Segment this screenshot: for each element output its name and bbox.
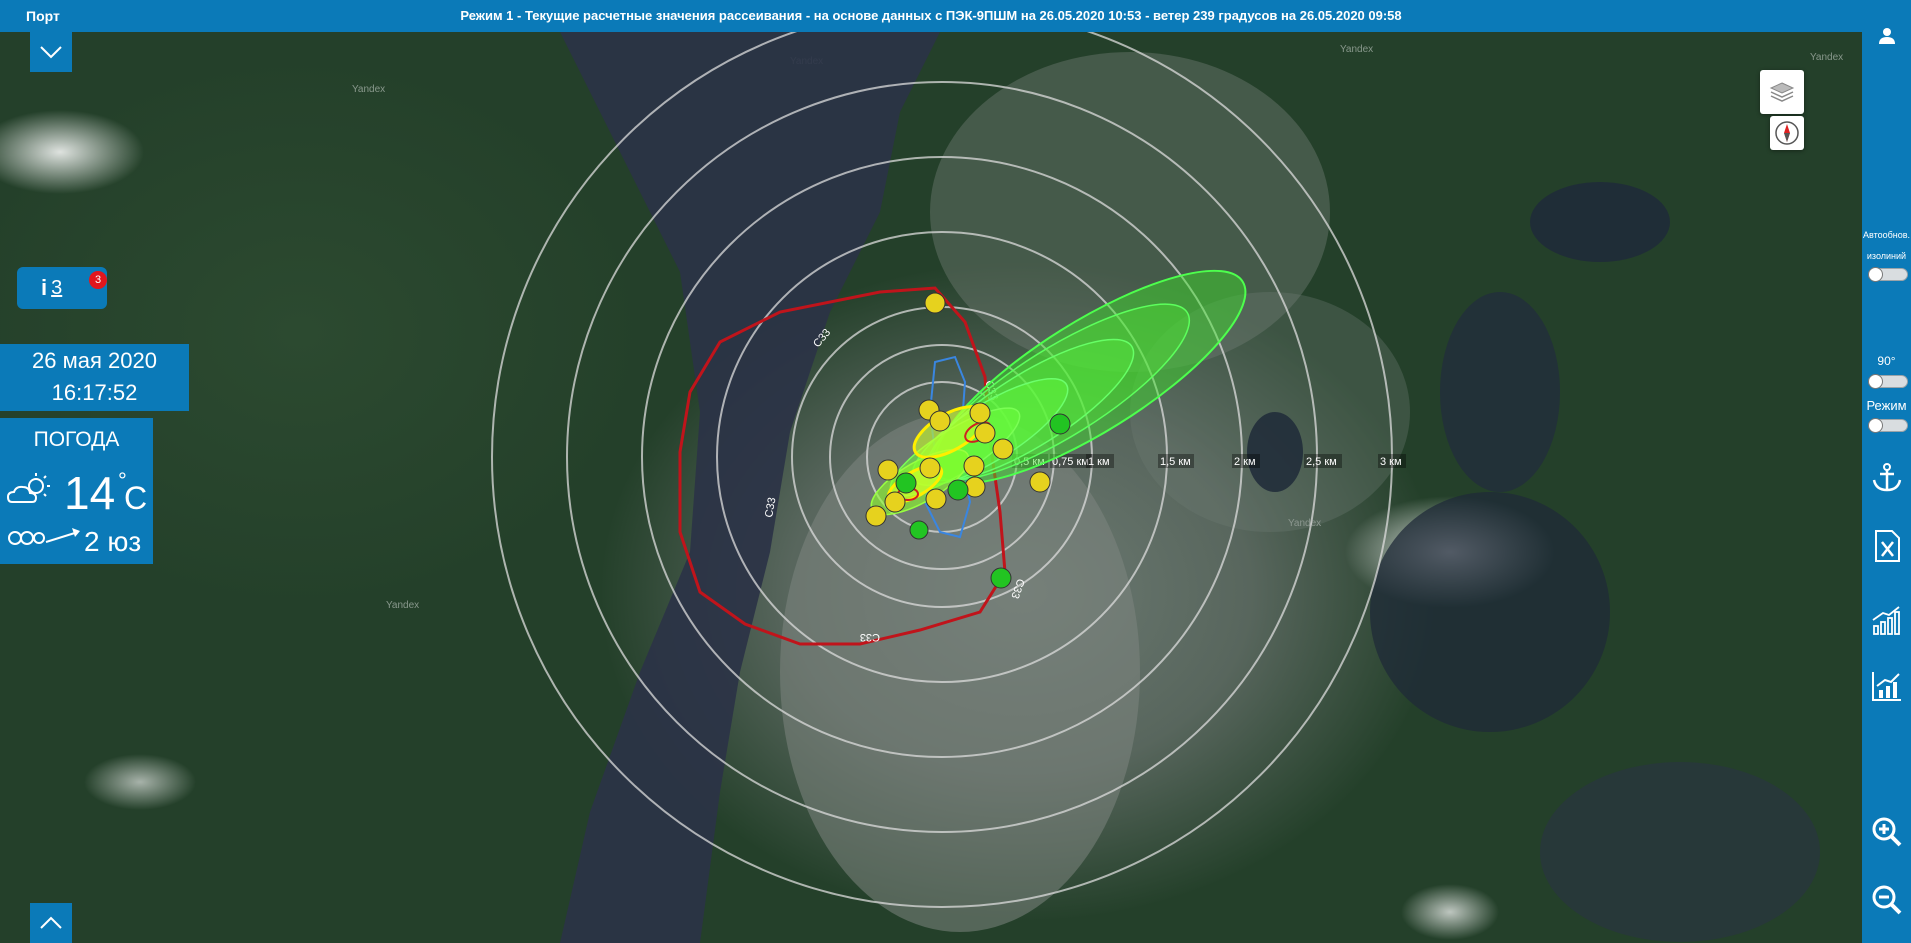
distance-label: 2 км [1234,456,1256,468]
sensor-marker[interactable] [974,422,996,444]
auto-update-label-2: изолиний [1866,251,1907,261]
lake [1540,762,1820,942]
sensor-marker[interactable] [1049,413,1071,435]
lake [1370,492,1610,732]
auto-update-toggle[interactable] [1868,267,1908,282]
sensor-marker[interactable] [1029,471,1051,493]
zoom-out-button[interactable] [1862,880,1911,920]
zone-label: С33 [763,497,778,519]
wind-icon [8,528,80,545]
chart-bars-icon [1871,672,1901,701]
datetime-panel: 26 мая 2020 16:17:52 [0,344,189,411]
chevron-down-icon [40,46,62,59]
info-notifications-button[interactable]: i 3 3 [17,267,107,309]
sun-cloud-icon [6,473,50,503]
temperature-value: 14 [64,467,116,519]
zoom-out-icon [1872,885,1901,915]
collapse-bottom-button[interactable] [30,903,72,943]
sensor-marker[interactable] [925,488,947,510]
mode-label: Режим [1866,398,1907,413]
map-view[interactable]: Yandex Yandex Yandex Yandex Yandex Yande… [0,32,1862,943]
temperature-unit: C [124,480,148,516]
excel-icon [1874,530,1900,562]
sensor-marker[interactable] [895,472,917,494]
user-icon [1878,28,1895,44]
distance-label: 3 км [1380,456,1402,468]
toggle-knob [1868,418,1883,433]
anchor-icon [1872,463,1901,492]
layers-button[interactable] [1760,70,1804,114]
angle-toggle[interactable] [1868,374,1908,389]
map-overlay: 0,5 км 0,75 км 1 км 1,5 км 2 км 2,5 км 3… [491,32,1820,943]
weather-panel: ПОГОДА 14 ° C 2 юз [0,418,153,564]
compass-icon [1775,121,1799,145]
sensor-marker[interactable] [990,567,1012,589]
zone-label: С33 [860,631,880,643]
distance-label: 1,5 км [1160,456,1191,468]
sensor-marker[interactable] [865,505,887,527]
notification-badge: 3 [89,271,107,289]
sensor-marker[interactable] [877,459,899,481]
export-excel-button[interactable] [1862,526,1911,566]
sensor-marker[interactable] [929,410,951,432]
chart-button[interactable] [1862,600,1911,640]
sensor-marker[interactable] [919,457,941,479]
collapse-top-button[interactable] [30,32,72,72]
sensor-marker[interactable] [909,520,929,540]
sensor-marker[interactable] [963,455,985,477]
info-icon: i [41,275,48,300]
angle-label: 90° [1877,354,1896,368]
current-time: 16:17:52 [51,380,138,405]
wind-value: 2 юз [84,526,142,557]
top-bar: Порт Режим 1 - Текущие расчетные значени… [0,0,1862,32]
port-button[interactable] [1862,458,1911,498]
distance-label: 1 км [1088,456,1110,468]
layers-icon [1769,82,1795,102]
weather-heading: ПОГОДА [33,428,120,451]
toggle-knob [1868,267,1883,282]
sensor-marker[interactable] [969,402,991,424]
zoom-in-icon [1872,817,1901,847]
sensor-marker[interactable] [947,479,969,501]
toggle-knob [1868,374,1883,389]
right-sidebar: Автообнов. изолиний 90° Режим [1862,0,1911,943]
distance-label: 2,5 км [1306,456,1337,468]
sensor-marker[interactable] [884,491,906,513]
statistics-button[interactable] [1862,666,1911,706]
page-title: Режим 1 - Текущие расчетные значения рас… [460,8,1402,23]
compass-button[interactable] [1770,116,1804,150]
lake [1530,182,1670,262]
zoom-in-button[interactable] [1862,812,1911,852]
chart-icon [1871,606,1900,635]
sensor-marker[interactable] [992,438,1014,460]
chevron-up-icon [40,916,62,929]
mode-toggle[interactable] [1868,418,1908,433]
lake [1440,292,1560,492]
sensor-marker[interactable] [924,292,946,314]
info-count: 3 [51,276,63,299]
current-date: 26 мая 2020 [32,348,157,373]
lake [1247,412,1303,492]
user-button[interactable] [1862,16,1911,56]
auto-update-label: Автообнов. [1862,230,1911,240]
